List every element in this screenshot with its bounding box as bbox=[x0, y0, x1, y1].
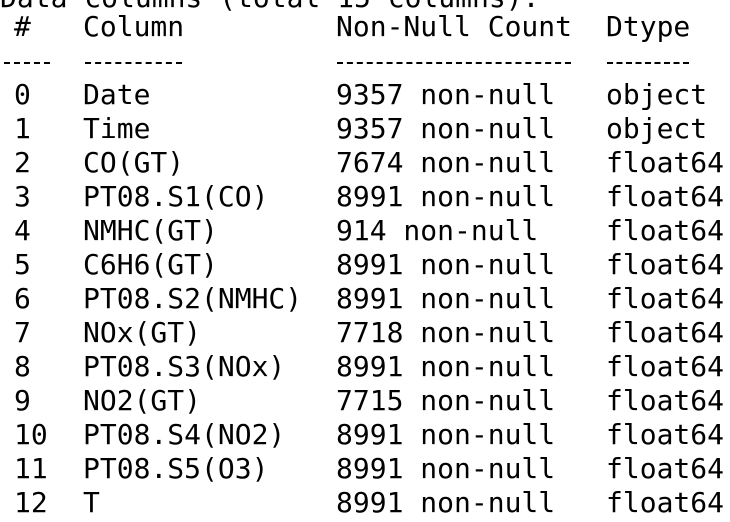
row-column-name: CO(GT) bbox=[83, 146, 185, 179]
row-dtype: float64 bbox=[606, 486, 725, 519]
row-non-null-count: 7715 non-null bbox=[336, 384, 556, 417]
table-row: 12 T 8991 non-null float64 bbox=[0, 486, 730, 520]
row-non-null-count: 8991 non-null bbox=[336, 486, 556, 519]
header-non-null-count: Non-Null Count bbox=[336, 10, 573, 43]
row-non-null-count: 8991 non-null bbox=[336, 248, 556, 281]
row-num: 9 bbox=[14, 384, 31, 417]
row-num: 7 bbox=[14, 316, 31, 349]
table-row: 0 Date 9357 non-null object bbox=[0, 78, 730, 112]
table-row: 3 PT08.S1(CO) 8991 non-null float64 bbox=[0, 180, 730, 214]
row-num: 11 bbox=[14, 452, 48, 485]
row-dtype: float64 bbox=[606, 316, 725, 349]
row-dtype: float64 bbox=[606, 452, 725, 485]
row-column-name: T bbox=[83, 486, 100, 519]
row-dtype: float64 bbox=[606, 350, 725, 383]
row-column-name: PT08.S5(O3) bbox=[83, 452, 269, 485]
row-num: 1 bbox=[14, 112, 31, 145]
row-num: 5 bbox=[14, 248, 31, 281]
header-column: Column bbox=[83, 10, 185, 43]
row-non-null-count: 8991 non-null bbox=[336, 350, 556, 383]
row-column-name: PT08.S2(NMHC) bbox=[83, 282, 303, 315]
row-column-name: PT08.S4(NO2) bbox=[83, 418, 286, 451]
row-column-name: NOx(GT) bbox=[83, 316, 202, 349]
row-column-name: NMHC(GT) bbox=[83, 214, 218, 247]
table-row: 8 PT08.S3(NOx) 8991 non-null float64 bbox=[0, 350, 730, 384]
separator-non-null-count bbox=[337, 44, 571, 78]
row-num: 3 bbox=[14, 180, 31, 213]
row-column-name: PT08.S1(CO) bbox=[83, 180, 269, 213]
table-row: 4 NMHC(GT) 914 non-null float64 bbox=[0, 214, 730, 248]
row-num: 2 bbox=[14, 146, 31, 179]
row-non-null-count: 7718 non-null bbox=[336, 316, 556, 349]
header-num: # bbox=[14, 10, 31, 43]
separator-column bbox=[85, 44, 182, 78]
row-non-null-count: 914 non-null bbox=[336, 214, 539, 247]
table-row: 7 NOx(GT) 7718 non-null float64 bbox=[0, 316, 730, 350]
row-num: 6 bbox=[14, 282, 31, 315]
header-dtype: Dtype bbox=[606, 10, 691, 43]
row-non-null-count: 8991 non-null bbox=[336, 418, 556, 451]
row-num: 4 bbox=[14, 214, 31, 247]
table-row: 11 PT08.S5(O3) 8991 non-null float64 bbox=[0, 452, 730, 486]
row-dtype: float64 bbox=[606, 418, 725, 451]
row-non-null-count: 8991 non-null bbox=[336, 180, 556, 213]
separator-dtype bbox=[607, 44, 689, 78]
row-dtype: float64 bbox=[606, 180, 725, 213]
row-dtype: float64 bbox=[606, 248, 725, 281]
row-dtype: object bbox=[606, 78, 708, 111]
row-column-name: Time bbox=[83, 112, 151, 145]
row-num: 8 bbox=[14, 350, 31, 383]
dataframe-info-output: { "header_text": "Data columns (total 15… bbox=[0, 0, 730, 522]
row-column-name: NO2(GT) bbox=[83, 384, 202, 417]
table-row: 10 PT08.S4(NO2) 8991 non-null float64 bbox=[0, 418, 730, 452]
row-dtype: object bbox=[606, 112, 708, 145]
table-row: 9 NO2(GT) 7715 non-null float64 bbox=[0, 384, 730, 418]
row-non-null-count: 8991 non-null bbox=[336, 452, 556, 485]
row-dtype: float64 bbox=[606, 146, 725, 179]
table-row: 1 Time 9357 non-null object bbox=[0, 112, 730, 146]
row-non-null-count: 7674 non-null bbox=[336, 146, 556, 179]
row-num: 0 bbox=[14, 78, 31, 111]
table-header-row: # Column Non-Null Count Dtype bbox=[0, 10, 730, 44]
row-column-name: PT08.S3(NOx) bbox=[83, 350, 286, 383]
row-column-name: Date bbox=[83, 78, 151, 111]
table-row: 6 PT08.S2(NMHC) 8991 non-null float64 bbox=[0, 282, 730, 316]
row-non-null-count: 9357 non-null bbox=[336, 112, 556, 145]
row-num: 12 bbox=[14, 486, 48, 519]
table-row: 5 C6H6(GT) 8991 non-null float64 bbox=[0, 248, 730, 282]
row-dtype: float64 bbox=[606, 214, 725, 247]
table-separator-row bbox=[0, 44, 730, 78]
row-column-name: C6H6(GT) bbox=[83, 248, 218, 281]
row-dtype: float64 bbox=[606, 282, 725, 315]
row-non-null-count: 9357 non-null bbox=[336, 78, 556, 111]
row-dtype: float64 bbox=[606, 384, 725, 417]
table-row: 2 CO(GT) 7674 non-null float64 bbox=[0, 146, 730, 180]
row-num: 10 bbox=[14, 418, 48, 451]
separator-num bbox=[4, 44, 50, 78]
row-non-null-count: 8991 non-null bbox=[336, 282, 556, 315]
